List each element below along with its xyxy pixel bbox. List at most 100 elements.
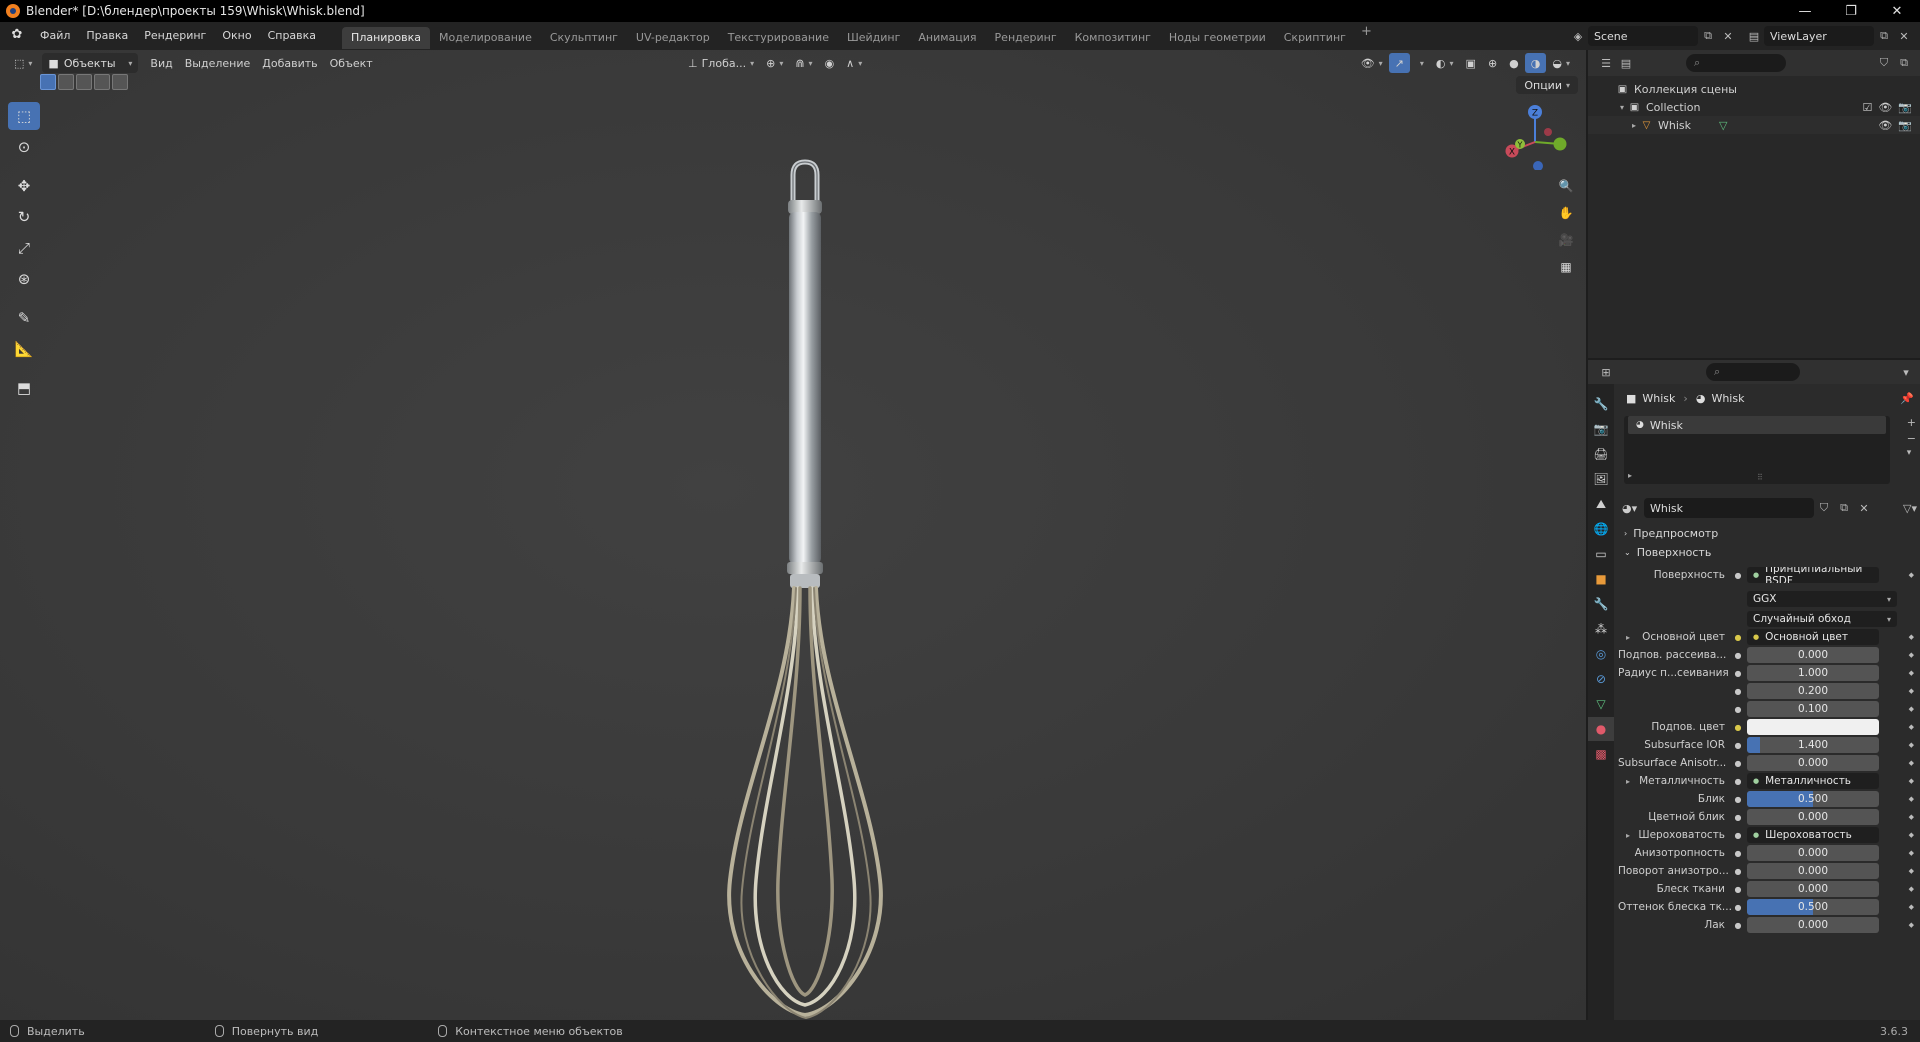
snap-icon[interactable]: ⋒ ▾ bbox=[789, 53, 818, 73]
number-field[interactable]: 0.000 bbox=[1747, 755, 1879, 771]
keyframe-dot-icon[interactable]: ◆ bbox=[1909, 903, 1914, 911]
menu-add[interactable]: Добавить bbox=[256, 53, 323, 73]
number-field[interactable]: 0.000 bbox=[1747, 917, 1879, 933]
slot-menu-chevron-icon[interactable]: ▾ bbox=[1907, 448, 1916, 458]
select-subtract-icon[interactable] bbox=[76, 74, 92, 90]
constraints-tab-icon[interactable]: ⊘ bbox=[1588, 667, 1614, 691]
socket-dot-icon[interactable]: ● bbox=[1733, 921, 1743, 930]
tool-tab-icon[interactable]: 🔧 bbox=[1588, 392, 1614, 416]
number-field[interactable]: 1.400 bbox=[1747, 737, 1879, 753]
number-field[interactable]: 0.000 bbox=[1747, 881, 1879, 897]
navigation-gizmo[interactable]: Z X Y bbox=[1500, 100, 1570, 170]
gizmo-y-axis[interactable] bbox=[1553, 137, 1567, 151]
socket-dot-icon[interactable]: ● bbox=[1733, 849, 1743, 858]
mesh-data-icon[interactable]: ▽ bbox=[1719, 119, 1727, 132]
linked-input-field[interactable]: ● Металличность bbox=[1747, 773, 1879, 789]
new-view-layer-icon[interactable]: ⧉ bbox=[1874, 26, 1894, 46]
keyframe-dot-icon[interactable]: ◆ bbox=[1909, 921, 1914, 929]
wireframe-shading-icon[interactable]: ⊕ bbox=[1482, 53, 1503, 73]
menu-view[interactable]: Вид bbox=[144, 53, 178, 73]
keyframe-dot-icon[interactable]: ◆ bbox=[1909, 669, 1914, 677]
linked-input-field[interactable]: ● Принципиальный BSDF bbox=[1747, 567, 1879, 583]
keyframe-dot-icon[interactable]: ◆ bbox=[1909, 687, 1914, 695]
add-workspace-button[interactable]: + bbox=[1355, 24, 1378, 49]
workspace-tab-compositing[interactable]: Композитинг bbox=[1066, 27, 1160, 49]
fake-user-shield-icon[interactable]: ⛉ bbox=[1814, 498, 1834, 518]
slot-expand-triangle-icon[interactable]: ▸ bbox=[1628, 471, 1632, 480]
keyframe-dot-icon[interactable]: ◆ bbox=[1909, 705, 1914, 713]
keyframe-dot-icon[interactable]: ◆ bbox=[1909, 849, 1914, 857]
keyframe-dot-icon[interactable]: ◆ bbox=[1909, 867, 1914, 875]
socket-dot-icon[interactable]: ● bbox=[1733, 633, 1743, 642]
select-extend-icon[interactable] bbox=[58, 74, 74, 90]
select-new-icon[interactable] bbox=[40, 74, 56, 90]
view-layer-field[interactable]: ViewLayer bbox=[1764, 26, 1874, 46]
delete-scene-icon[interactable]: ✕ bbox=[1718, 26, 1738, 46]
number-field[interactable]: 0.000 bbox=[1747, 647, 1879, 663]
expand-triangle-icon[interactable]: ▸ bbox=[1628, 121, 1640, 130]
falloff-icon[interactable]: ∧ ▾ bbox=[840, 53, 868, 73]
view-layer-icon[interactable]: ▤ bbox=[1744, 26, 1764, 46]
expand-input-triangle-icon[interactable]: ▸ bbox=[1626, 633, 1630, 642]
keyframe-dot-icon[interactable]: ◆ bbox=[1909, 795, 1914, 803]
scene-tab-icon[interactable]: ⛰ bbox=[1588, 492, 1614, 516]
pin-icon[interactable]: 📌 bbox=[1900, 392, 1914, 405]
move-tool-icon[interactable]: ✥ bbox=[8, 172, 40, 200]
property-dropdown[interactable]: GGX ▾ bbox=[1747, 591, 1897, 607]
resize-handle-icon[interactable]: ⠿ bbox=[1757, 473, 1763, 482]
linked-input-field[interactable]: ● Шероховатость bbox=[1747, 827, 1879, 843]
workspace-tab-modeling[interactable]: Моделирование bbox=[430, 27, 541, 49]
remove-slot-icon[interactable]: − bbox=[1907, 432, 1916, 445]
scene-name-field[interactable]: Scene bbox=[1588, 26, 1698, 46]
material-slot-item[interactable]: ◕ Whisk bbox=[1628, 416, 1886, 434]
visibility-icon[interactable]: 👁 ▾ bbox=[1355, 53, 1389, 73]
measure-tool-icon[interactable]: 📐 bbox=[8, 335, 40, 363]
camera-view-icon[interactable]: 🎥 bbox=[1555, 229, 1577, 251]
workspace-tab-sculpting[interactable]: Скульптинг bbox=[541, 27, 627, 49]
number-field[interactable]: 0.000 bbox=[1747, 809, 1879, 825]
modifier-tab-icon[interactable]: 🔧 bbox=[1588, 592, 1614, 616]
zoom-icon[interactable]: 🔍 bbox=[1555, 175, 1577, 197]
keyframe-dot-icon[interactable]: ◆ bbox=[1909, 741, 1914, 749]
expand-triangle-icon[interactable]: ▾ bbox=[1616, 103, 1628, 112]
gizmo-toggle-icon[interactable]: ↗ bbox=[1388, 53, 1410, 73]
pan-hand-icon[interactable]: ✋ bbox=[1555, 202, 1577, 224]
xray-icon[interactable]: ▣ bbox=[1460, 53, 1482, 73]
display-mode-icon[interactable]: ▤ bbox=[1616, 53, 1636, 73]
texture-tab-icon[interactable]: ▩ bbox=[1588, 742, 1614, 766]
menu-window[interactable]: Окно bbox=[214, 22, 259, 50]
workspace-tab-shading[interactable]: Шейдинг bbox=[838, 27, 909, 49]
socket-dot-icon[interactable]: ● bbox=[1733, 885, 1743, 894]
visibility-eye-icon[interactable]: 👁 bbox=[1878, 119, 1892, 132]
tree-item-collection[interactable]: ▾ ▣ Collection ☑ 👁 📷 bbox=[1588, 98, 1920, 116]
visibility-eye-icon[interactable]: 👁 bbox=[1878, 101, 1892, 114]
expand-input-triangle-icon[interactable]: ▸ bbox=[1626, 831, 1630, 840]
property-dropdown[interactable]: Случайный обход ▾ bbox=[1747, 611, 1897, 627]
output-tab-icon[interactable]: 🖨 bbox=[1588, 442, 1614, 466]
gizmo-dropdown-icon[interactable]: ▾ bbox=[1410, 53, 1430, 73]
overlays-icon[interactable]: ◐ ▾ bbox=[1430, 53, 1460, 73]
select-box-tool-icon[interactable]: ⬚ bbox=[8, 102, 40, 130]
blender-logo-icon[interactable]: ✿ bbox=[8, 27, 26, 45]
rotate-tool-icon[interactable]: ↻ bbox=[8, 203, 40, 231]
workspace-tab-scripting[interactable]: Скриптинг bbox=[1275, 27, 1355, 49]
socket-dot-icon[interactable]: ● bbox=[1733, 651, 1743, 660]
solid-shading-icon[interactable]: ● bbox=[1503, 53, 1525, 73]
keyframe-dot-icon[interactable]: ◆ bbox=[1909, 723, 1914, 731]
render-tab-icon[interactable]: 📷 bbox=[1588, 417, 1614, 441]
pivot-point-icon[interactable]: ⊕ ▾ bbox=[760, 53, 789, 73]
render-camera-icon[interactable]: 📷 bbox=[1898, 101, 1912, 114]
transform-tool-icon[interactable]: ⊛ bbox=[8, 265, 40, 293]
socket-dot-icon[interactable]: ● bbox=[1733, 705, 1743, 714]
add-slot-icon[interactable]: + bbox=[1907, 416, 1916, 429]
new-scene-icon[interactable]: ⧉ bbox=[1698, 26, 1718, 46]
surface-panel-header[interactable]: ⌄ Поверхность bbox=[1618, 543, 1920, 562]
workspace-tab-animation[interactable]: Анимация bbox=[909, 27, 985, 49]
keyframe-dot-icon[interactable]: ◆ bbox=[1909, 813, 1914, 821]
menu-render[interactable]: Рендеринг bbox=[136, 22, 214, 50]
unlink-material-icon[interactable]: ✕ bbox=[1854, 498, 1874, 518]
add-cube-tool-icon[interactable]: ⬒ bbox=[8, 374, 40, 402]
number-field[interactable]: 0.000 bbox=[1747, 845, 1879, 861]
menu-edit[interactable]: Правка bbox=[78, 22, 136, 50]
socket-dot-icon[interactable]: ● bbox=[1733, 831, 1743, 840]
